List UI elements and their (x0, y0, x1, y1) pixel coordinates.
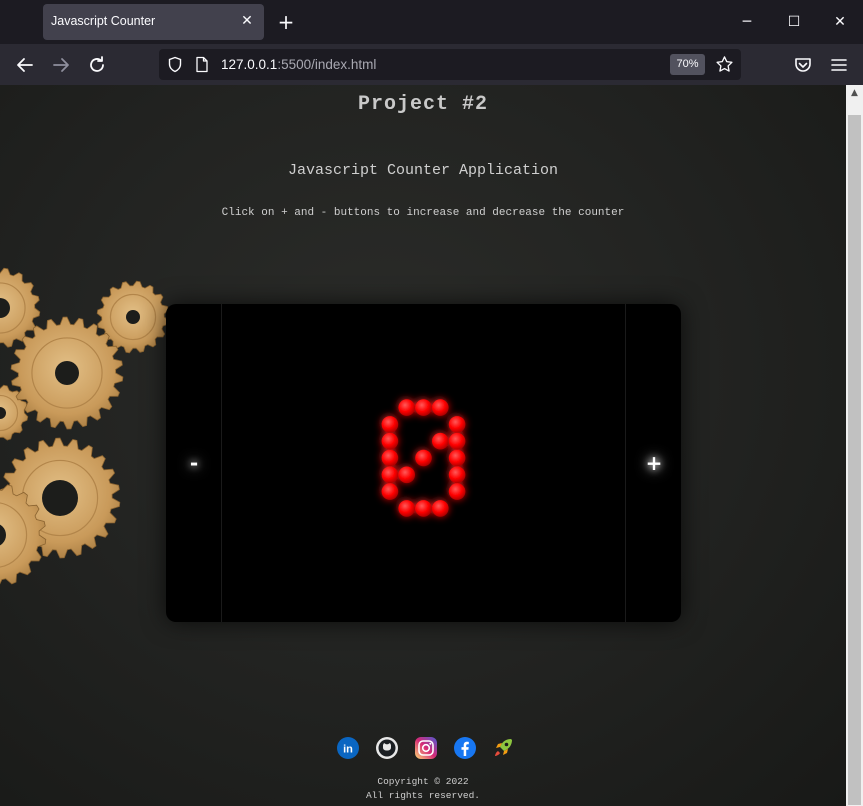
maximize-icon[interactable]: ☐ (782, 10, 806, 34)
decrement-button[interactable]: - (166, 304, 222, 622)
led-dot (432, 432, 449, 450)
tab-javascript-counter[interactable]: Javascript Counter ✕ (43, 4, 264, 40)
counter-panel: - + (166, 304, 681, 622)
zoom-level-badge[interactable]: 70% (670, 54, 705, 75)
rocket-icon[interactable] (491, 736, 515, 760)
decrement-label: - (189, 451, 199, 475)
copyright: Copyright © 2022 All rights reserved. (0, 775, 846, 803)
page-description: Click on + and - buttons to increase and… (221, 207, 625, 219)
shield-icon[interactable] (167, 56, 183, 73)
led-dot (381, 466, 399, 484)
url-path: :5500/index.html (277, 57, 377, 72)
led-dot (448, 432, 466, 450)
forward-icon[interactable] (50, 54, 72, 76)
reload-icon[interactable] (86, 54, 108, 76)
copyright-line-1: Copyright © 2022 (377, 776, 469, 787)
tab-bar: Javascript Counter ✕ + ─ ☐ ✕ (0, 0, 863, 44)
gears-image (0, 267, 170, 585)
instagram-icon[interactable] (414, 736, 438, 760)
url-text[interactable]: 127.0.0.1:5500/index.html (221, 57, 376, 72)
led-dot (381, 432, 399, 450)
pocket-icon[interactable] (792, 54, 814, 76)
increment-label: + (645, 451, 663, 475)
menu-icon[interactable] (828, 54, 850, 76)
counter-display (381, 399, 466, 517)
led-dot (381, 416, 399, 433)
facebook-icon[interactable] (453, 736, 477, 760)
minimize-icon[interactable]: ─ (735, 10, 759, 34)
led-dot (415, 500, 432, 517)
led-dot (415, 399, 432, 416)
copyright-line-2: All rights reserved. (365, 790, 481, 801)
led-dot (415, 449, 432, 467)
back-icon[interactable] (14, 54, 36, 76)
page-subtitle: Javascript Counter Application (287, 162, 559, 179)
github-icon[interactable] (375, 736, 399, 760)
social-links: in (0, 736, 846, 760)
scroll-thumb[interactable] (848, 115, 861, 805)
led-dot (381, 449, 399, 467)
tab-title: Javascript Counter (51, 14, 156, 28)
page-title: Project #2 (357, 93, 489, 116)
led-dot (398, 466, 415, 484)
page-icon[interactable] (195, 56, 209, 73)
linkedin-icon[interactable]: in (336, 736, 360, 760)
vertical-scrollbar[interactable]: ▲ (846, 85, 863, 806)
led-dot (448, 466, 466, 484)
led-dot (448, 449, 466, 467)
page-viewport: Project #2 Javascript Counter Applicatio… (0, 85, 846, 806)
led-dot (448, 416, 466, 433)
scroll-up-icon[interactable]: ▲ (846, 85, 863, 102)
led-dot (448, 483, 466, 500)
bookmark-star-icon[interactable] (715, 55, 734, 74)
close-window-icon[interactable]: ✕ (828, 10, 852, 34)
increment-button[interactable]: + (625, 304, 681, 622)
new-tab-icon[interactable]: + (276, 10, 296, 34)
close-tab-icon[interactable]: ✕ (240, 12, 254, 30)
led-dot (381, 483, 399, 500)
url-bar[interactable]: 127.0.0.1:5500/index.html 70% (159, 49, 741, 80)
led-dot (398, 399, 415, 416)
url-host: 127.0.0.1 (221, 57, 278, 72)
led-dot (398, 500, 415, 517)
led-dot (432, 500, 449, 517)
led-dot (432, 399, 449, 416)
svg-text:in: in (343, 744, 353, 756)
navigation-toolbar: 127.0.0.1:5500/index.html 70% (0, 44, 863, 85)
